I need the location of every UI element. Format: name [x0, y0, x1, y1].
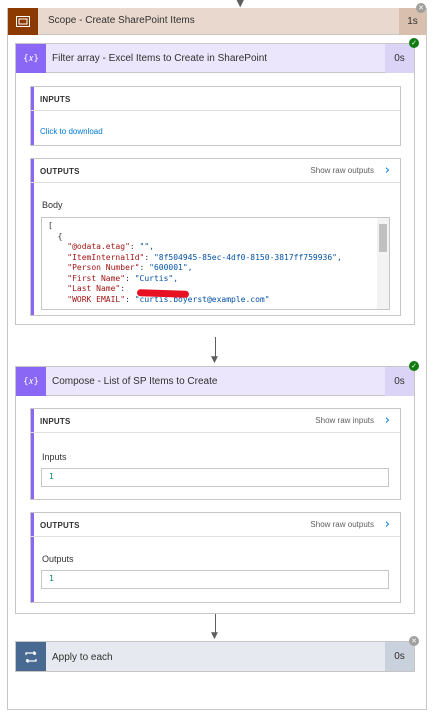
- chevron-right-icon[interactable]: ›: [385, 413, 390, 428]
- click-to-download-link[interactable]: Click to download: [40, 127, 103, 136]
- apply-close-icon[interactable]: ✕: [409, 636, 419, 646]
- filter-inputs-header: INPUTS: [31, 87, 400, 111]
- outputs-field-label: Outputs: [42, 554, 74, 564]
- code-value: "",: [139, 242, 154, 251]
- code-line: "Last Name":: [67, 284, 130, 293]
- code-line: "First Name": "Curtis",: [67, 273, 179, 283]
- filter-success-icon: ✓: [409, 38, 419, 48]
- show-raw-outputs-link[interactable]: Show raw outputs: [310, 520, 374, 529]
- compose-header[interactable]: {𝑥} Compose - List of SP Items to Create…: [16, 367, 414, 396]
- loop-icon: [16, 642, 46, 671]
- chevron-right-icon[interactable]: ›: [385, 517, 390, 532]
- filter-array-header[interactable]: {𝑥} Filter array - Excel Items to Create…: [16, 44, 414, 73]
- scope-title: Scope - Create SharePoint Items: [48, 15, 195, 26]
- compose-card: {𝑥} Compose - List of SP Items to Create…: [15, 366, 415, 614]
- show-raw-outputs-link[interactable]: Show raw outputs: [310, 166, 374, 175]
- code-line: [: [48, 221, 389, 232]
- show-raw-inputs-link[interactable]: Show raw inputs: [315, 416, 374, 425]
- filter-outputs-label: OUTPUTS: [40, 167, 80, 176]
- filter-outputs-header: OUTPUTS Show raw outputs ›: [31, 159, 400, 183]
- code-key: "WORK EMAIL": [67, 294, 126, 304]
- compose-outputs-label: OUTPUTS: [40, 521, 80, 530]
- code-value: "600001",: [149, 263, 193, 272]
- code-bracket: {: [48, 231, 63, 241]
- apply-to-each-header[interactable]: Apply to each 0s: [15, 641, 415, 672]
- incoming-connector-arrow: ▼: [236, 0, 245, 9]
- connector-arrow-icon: ▼: [211, 631, 218, 641]
- code-bracket: [: [48, 221, 53, 230]
- apply-to-each-card[interactable]: Apply to each 0s: [15, 641, 415, 672]
- code-line: "@odata.etag": "",: [67, 242, 154, 251]
- compose-inputs-section: INPUTS Show raw inputs › Inputs 1: [30, 408, 401, 500]
- filter-inputs-section: INPUTS Click to download: [30, 86, 401, 146]
- compose-icon: {𝑥}: [16, 367, 46, 396]
- code-line: "ItemInternalId": "8f504945-85ec-4df0-81…: [67, 252, 342, 262]
- filter-array-card: {𝑥} Filter array - Excel Items to Create…: [15, 43, 415, 325]
- apply-to-each-duration: 0s: [385, 642, 414, 671]
- scope-icon: [8, 8, 38, 35]
- compose-inputs-header: INPUTS Show raw inputs ›: [31, 409, 400, 433]
- compose-title: Compose - List of SP Items to Create: [52, 376, 218, 387]
- connector-arrow-icon: ▼: [211, 355, 218, 365]
- code-value: "Curtis",: [134, 273, 179, 283]
- code-key: "First Name": [67, 273, 126, 283]
- chevron-right-icon[interactable]: ›: [385, 163, 390, 178]
- compose-inputs-label: INPUTS: [40, 417, 71, 426]
- code-key: "Person Number": [67, 263, 140, 272]
- filter-outputs-section: OUTPUTS Show raw outputs › Body [ { "@od…: [30, 158, 401, 316]
- apply-to-each-title: Apply to each: [52, 652, 113, 663]
- outputs-field-value: 1: [41, 570, 389, 589]
- inputs-field-label: Inputs: [42, 452, 67, 462]
- code-key: "ItemInternalId": [67, 252, 145, 262]
- code-line: {: [48, 232, 389, 243]
- filter-array-duration: 0s: [385, 44, 414, 73]
- code-line: "WORK EMAIL": "curtis.boyerst@example.co…: [67, 294, 270, 304]
- scope-close-icon[interactable]: ✕: [416, 3, 426, 13]
- code-value: "8f504945-85ec-4df0-8150-3817ff759936",: [153, 252, 342, 262]
- compose-success-icon: ✓: [409, 361, 419, 371]
- filter-inputs-label: INPUTS: [40, 95, 71, 104]
- code-key: "Last Name": [67, 284, 121, 293]
- body-label: Body: [42, 200, 63, 210]
- code-key: "@odata.etag": [67, 242, 130, 251]
- scope-header[interactable]: Scope - Create SharePoint Items 1s: [8, 8, 426, 35]
- code-line: "Person Number": "600001",: [67, 263, 193, 272]
- compose-duration: 0s: [385, 367, 414, 396]
- code-lines: [ { "@odata.etag": "", "ItemInternalId":…: [42, 218, 389, 305]
- code-scrollbar[interactable]: [379, 224, 387, 252]
- inputs-field-value: 1: [41, 468, 389, 487]
- compose-outputs-header: OUTPUTS Show raw outputs ›: [31, 513, 400, 537]
- body-code-viewer[interactable]: [ { "@odata.etag": "", "ItemInternalId":…: [41, 217, 390, 310]
- filter-array-title: Filter array - Excel Items to Create in …: [52, 53, 268, 64]
- filter-array-icon: {𝑥}: [16, 44, 46, 73]
- compose-outputs-section: OUTPUTS Show raw outputs › Outputs 1: [30, 512, 401, 603]
